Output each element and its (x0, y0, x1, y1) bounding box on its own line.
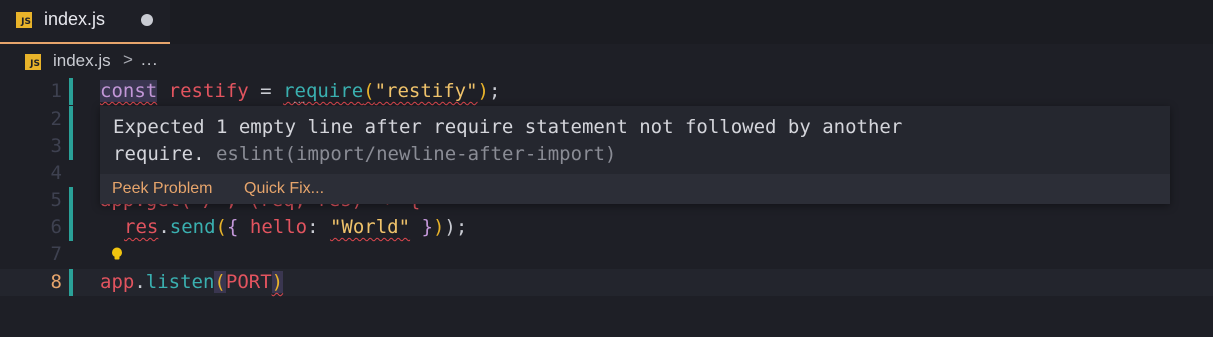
code-text: res.send({ hello: "World" })); (124, 216, 468, 238)
code-text: app.listen(PORT) (100, 271, 284, 293)
problem-message-line-1: Expected 1 empty line after require stat… (113, 116, 903, 138)
code-line-1[interactable]: 1 const restify = require("restify"); ··… (0, 78, 1213, 108)
breadcrumb: JS index.js > ... (0, 46, 1213, 76)
code-line-8[interactable]: 8 app.listen(PORT) (0, 269, 1213, 296)
gutter-modified-marker[interactable] (69, 133, 73, 160)
breadcrumb-file[interactable]: index.js (53, 51, 111, 71)
line-number: 2 (50, 108, 62, 130)
problem-message-line-2: require. (113, 143, 205, 165)
gutter-modified-marker[interactable] (69, 187, 73, 214)
gutter-modified-marker[interactable] (69, 106, 73, 133)
problem-hover-widget: Expected 1 empty line after require stat… (100, 106, 1170, 204)
line-number: 3 (50, 135, 62, 157)
peek-problem-button[interactable]: Peek Problem (112, 180, 213, 198)
gutter-modified-marker[interactable] (69, 78, 73, 105)
chevron-right-icon: > (123, 50, 133, 69)
line-number: 4 (50, 162, 62, 184)
line-number: 1 (50, 80, 62, 102)
gutter-modified-marker[interactable] (69, 214, 73, 241)
breadcrumb-symbols[interactable]: ... (141, 50, 158, 70)
code-line-6[interactable]: 6 res.send({ hello: "World" })); (0, 214, 1213, 241)
tab-label: index.js (44, 9, 106, 29)
hover-actions-bar: Peek Problem Quick Fix... (100, 174, 1170, 204)
unsaved-dot-icon[interactable] (141, 14, 153, 26)
lightbulb-icon[interactable] (110, 247, 124, 261)
line-number-active: 8 (50, 271, 62, 293)
line-number: 5 (50, 189, 62, 211)
tab-bar: JS index.js (0, 0, 1213, 44)
editor-tab-index-js[interactable]: JS index.js (0, 0, 170, 44)
js-file-icon: JS (16, 12, 32, 28)
quick-fix-button[interactable]: Quick Fix... (244, 180, 324, 198)
problem-source: eslint(import/newline-after-import) (215, 143, 617, 165)
line-number: 6 (50, 216, 62, 238)
problem-message: Expected 1 empty line after require stat… (113, 114, 1153, 168)
line-number: 7 (50, 243, 62, 265)
code-line-7[interactable]: 7 (0, 241, 1213, 268)
js-file-icon: JS (25, 54, 41, 70)
gutter-modified-marker[interactable] (69, 269, 73, 296)
